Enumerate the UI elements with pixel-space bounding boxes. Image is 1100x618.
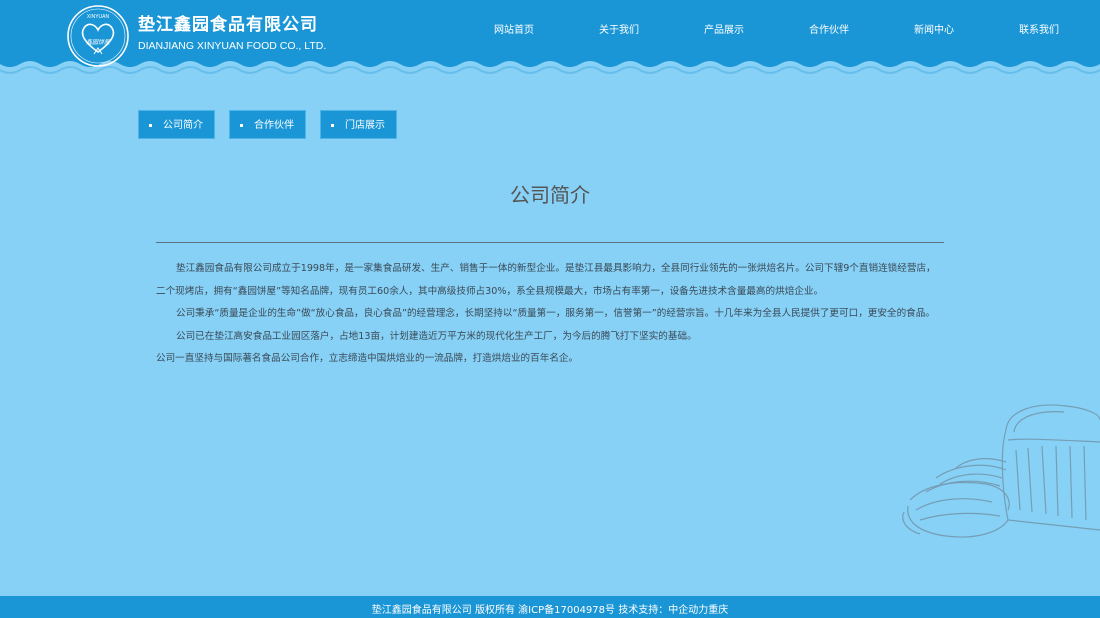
nav-item-products[interactable]: 产品展示 <box>704 23 744 39</box>
main-nav: 网站首页 关于我们 产品展示 合作伙伴 新闻中心 联系我们 <box>0 23 1100 39</box>
nav-item-news[interactable]: 新闻中心 <box>914 23 954 39</box>
logo-text-mid: 鑫园饼屋 <box>86 38 111 46</box>
subnav-company-profile[interactable]: 公司简介 <box>138 110 215 139</box>
logo-text-top: XINYUAN <box>87 14 110 20</box>
nav-item-home[interactable]: 网站首页 <box>494 23 534 39</box>
site-header: XINYUAN 鑫园饼屋 垫江鑫园食品有限公司 DIANJIANG XINYUA… <box>0 0 1100 80</box>
title-divider <box>156 242 944 243</box>
bread-sketch-icon <box>902 404 1100 538</box>
page-title: 公司简介 <box>510 183 590 207</box>
subnav-partners[interactable]: 合作伙伴 <box>229 110 306 139</box>
footer-copyright: 垫江鑫园食品有限公司 版权所有 渝ICP备17004978号 技术支持：中企动力… <box>371 605 729 616</box>
nav-item-partners[interactable]: 合作伙伴 <box>809 23 849 39</box>
paragraph: 公司一直坚持与国际著名食品公司合作，立志缔造中国烘焙业的一流品牌，打造烘焙业的百… <box>156 353 579 364</box>
paragraph: 垫江鑫园食品有限公司成立于1998年，是一家集食品研发、生产、销售于一体的新型企… <box>156 263 936 297</box>
bread-decoration <box>896 380 1100 564</box>
company-profile-content: 垫江鑫园食品有限公司成立于1998年，是一家集食品研发、生产、销售于一体的新型企… <box>156 258 944 371</box>
nav-item-contact[interactable]: 联系我们 <box>1019 23 1059 39</box>
paragraph: 公司已在垫江高安食品工业园区落户，占地13亩，计划建造近万平方米的现代化生产工厂… <box>176 330 697 342</box>
site-footer: 垫江鑫园食品有限公司 版权所有 渝ICP备17004978号 技术支持：中企动力… <box>0 596 1100 618</box>
nav-item-about[interactable]: 关于我们 <box>599 23 639 39</box>
subnav-stores[interactable]: 门店展示 <box>320 110 397 139</box>
brand-name-en: DIANJIANG XINYUAN FOOD CO., LTD. <box>138 40 327 52</box>
paragraph: 公司秉承“质量是企业的生命”做“放心食品，良心食品”的经营理念，长期坚持以“质量… <box>176 308 935 319</box>
